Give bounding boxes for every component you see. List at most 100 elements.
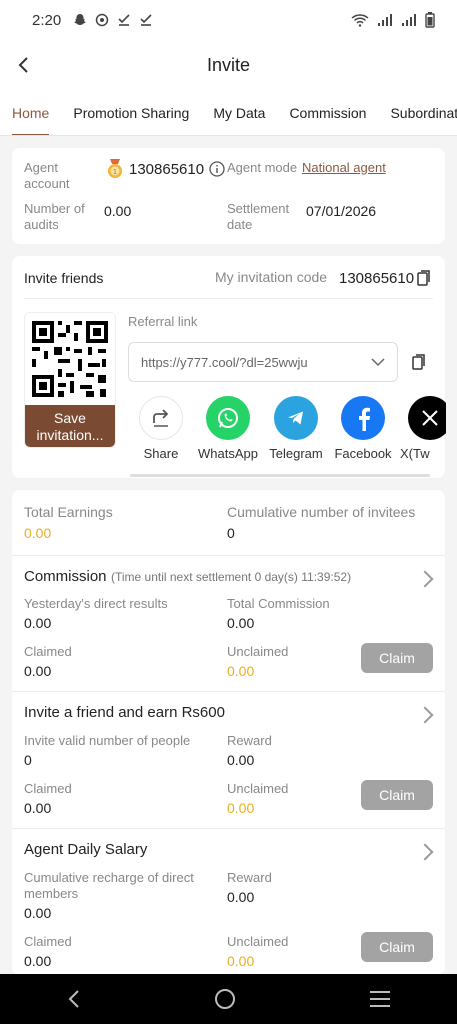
- audits-value: 0.00: [104, 203, 132, 219]
- settlement-date-label: Settlement date: [227, 201, 290, 232]
- check-download-icon-2: [140, 14, 152, 26]
- signal-icon-2: [402, 14, 416, 26]
- invitees-label: Cumulative number of invitees: [227, 504, 416, 520]
- check-download-icon: [118, 14, 130, 26]
- svg-text:1: 1: [113, 169, 117, 176]
- whatsapp-icon: [206, 396, 250, 440]
- copy-code-icon[interactable]: [417, 270, 431, 286]
- telegram-label: Telegram: [269, 446, 323, 461]
- salary-chevron-right-icon[interactable]: [416, 843, 434, 861]
- agent-account-value: 130865610: [129, 160, 205, 178]
- back-button[interactable]: [10, 52, 36, 78]
- commission-claimed-value: 0.00: [24, 663, 52, 679]
- telegram-icon: [274, 396, 318, 440]
- facebook-button[interactable]: Facebook: [332, 396, 394, 461]
- referral-link-label: Referral link: [128, 314, 198, 329]
- agent-mode-value[interactable]: National agent: [302, 160, 386, 175]
- referral-link-select[interactable]: https://y777.cool/?dl=25wwju: [128, 342, 398, 382]
- system-icons: [351, 12, 435, 28]
- x-twitter-label: X(Tw: [400, 446, 430, 461]
- chevron-down-icon: [371, 358, 385, 367]
- invite-friends-card: Invite friends My invitation code 130865…: [12, 256, 446, 478]
- commission-chevron-right-icon[interactable]: [416, 570, 434, 588]
- daily-salary-title[interactable]: Agent Daily Salary: [24, 841, 147, 858]
- commission-unclaimed-value: 0.00: [227, 663, 255, 679]
- invitation-code-value: 130865610: [339, 270, 415, 287]
- tab-bar: Home Promotion Sharing My Data Commissio…: [0, 90, 457, 136]
- valid-invites-label: Invite valid number of people: [24, 733, 191, 748]
- salary-unclaimed-label: Unclaimed: [227, 934, 289, 949]
- earnings-card: Total Earnings 0.00 Cumulative number of…: [12, 490, 445, 975]
- commission-title: Commission: [24, 568, 107, 585]
- nav-recents-icon[interactable]: [369, 990, 391, 1008]
- recharge-value: 0.00: [24, 905, 52, 921]
- qr-code: [25, 313, 115, 405]
- invitees-value: 0: [227, 525, 235, 541]
- x-twitter-button[interactable]: X(Tw: [400, 396, 446, 461]
- status-bar: 2:20: [0, 0, 457, 40]
- whatsapp-label: WhatsApp: [198, 446, 258, 461]
- yesterday-results-label: Yesterday's direct results: [24, 596, 168, 611]
- qr-code-icon: [30, 319, 110, 399]
- save-invitation-button[interactable]: Save invitation...: [25, 405, 115, 447]
- commission-unclaimed-label: Unclaimed: [227, 644, 289, 659]
- tab-home[interactable]: Home: [0, 90, 61, 135]
- share-label: Share: [143, 446, 179, 461]
- invite-friends-title: Invite friends: [24, 270, 104, 286]
- total-earnings-value: 0.00: [24, 525, 52, 541]
- signal-icon: [378, 14, 392, 26]
- invitation-code-label: My invitation code: [215, 269, 328, 285]
- total-commission-value: 0.00: [227, 615, 255, 631]
- invite-unclaimed-value: 0.00: [227, 800, 255, 816]
- tab-my-data[interactable]: My Data: [201, 90, 277, 135]
- qr-code-box[interactable]: Save invitation...: [24, 312, 116, 448]
- tab-commission[interactable]: Commission: [277, 90, 378, 135]
- invite-reward-value: 0.00: [227, 752, 255, 768]
- share-scrollbar[interactable]: [130, 474, 430, 477]
- invite-reward-label: Reward: [227, 733, 272, 748]
- medal-icon: 1: [108, 159, 122, 178]
- invite-claim-button[interactable]: Claim: [361, 780, 433, 810]
- invite-unclaimed-label: Unclaimed: [227, 781, 289, 796]
- copy-link-icon[interactable]: [412, 354, 426, 370]
- invite-reward-chevron-right-icon[interactable]: [416, 706, 434, 724]
- nav-back-icon[interactable]: [67, 989, 81, 1009]
- status-time: 2:20: [32, 11, 62, 29]
- page-title: Invite: [206, 54, 251, 75]
- share-icon: [139, 396, 183, 440]
- agent-account: 1 130865610: [106, 159, 225, 179]
- agent-info-card: Agent account 1 130865610 Agent mode Nat…: [12, 148, 445, 244]
- invite-claimed-label: Claimed: [24, 781, 72, 796]
- salary-reward-value: 0.00: [227, 889, 255, 905]
- invite-claimed-value: 0.00: [24, 800, 52, 816]
- salary-claimed-value: 0.00: [24, 953, 52, 969]
- yesterday-results-value: 0.00: [24, 615, 52, 631]
- salary-claim-button[interactable]: Claim: [361, 932, 433, 962]
- facebook-label: Facebook: [334, 446, 392, 461]
- tab-promotion-sharing[interactable]: Promotion Sharing: [61, 90, 201, 135]
- invite-reward-title[interactable]: Invite a friend and earn Rs600: [24, 704, 225, 721]
- salary-claimed-label: Claimed: [24, 934, 72, 949]
- whatsapp-button[interactable]: WhatsApp: [196, 396, 260, 461]
- audits-label: Number of audits: [24, 201, 85, 232]
- telegram-button[interactable]: Telegram: [266, 396, 326, 461]
- salary-unclaimed-value: 0.00: [227, 953, 255, 969]
- facebook-icon: [341, 396, 385, 440]
- settlement-date-value: 07/01/2026: [306, 203, 377, 219]
- total-earnings-label: Total Earnings: [24, 504, 113, 520]
- share-button[interactable]: Share: [138, 396, 184, 461]
- tab-subordinate[interactable]: Subordinate: [378, 90, 457, 135]
- valid-invites-value: 0: [24, 752, 32, 768]
- commission-subtitle: (Time until next settlement 0 day(s) 11:…: [110, 570, 352, 584]
- referral-link-value: https://y777.cool/?dl=25wwju: [141, 354, 308, 370]
- commission-claim-button[interactable]: Claim: [361, 643, 433, 673]
- nav-home-icon[interactable]: [214, 988, 236, 1010]
- salary-reward-label: Reward: [227, 870, 272, 885]
- agent-account-label: Agent account: [24, 160, 70, 191]
- battery-icon: [425, 12, 435, 28]
- commission-header[interactable]: Commission (Time until next settlement 0…: [24, 568, 351, 586]
- wifi-icon: [351, 14, 369, 27]
- commission-claimed-label: Claimed: [24, 644, 72, 659]
- info-icon[interactable]: [209, 161, 225, 177]
- chevron-left-icon: [18, 57, 28, 73]
